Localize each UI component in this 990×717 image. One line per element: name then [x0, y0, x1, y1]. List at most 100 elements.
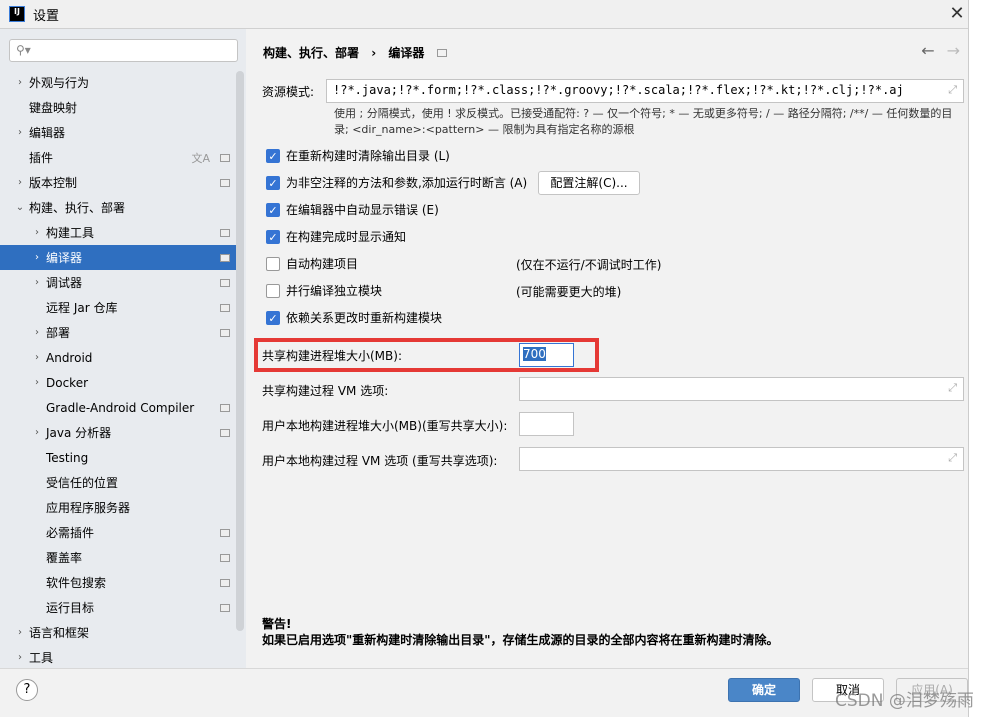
sidebar-item[interactable]: › Java 分析器	[0, 420, 236, 445]
option-checkbox[interactable]: 并行编译独立模块	[266, 282, 382, 299]
vm-options-label: 共享构建过程 VM 选项:	[262, 384, 389, 398]
sidebar-item[interactable]: › 编辑器	[0, 120, 236, 145]
option-note: (仅在不运行/不调试时工作)	[516, 258, 662, 272]
sidebar-item-label: 构建、执行、部署	[29, 201, 126, 215]
chevron-icon[interactable]: ›	[15, 127, 25, 138]
expand-icon[interactable]: ⤢	[948, 83, 957, 97]
option-checkbox[interactable]: ✓ 为非空注释的方法和参数,添加运行时断言 (A)	[266, 174, 527, 191]
translate-icon: 文A	[191, 151, 210, 165]
sidebar-item-label: 插件	[29, 151, 54, 165]
sidebar-item[interactable]: › 外观与行为	[0, 70, 236, 95]
sidebar-item[interactable]: 必需插件	[0, 520, 236, 545]
project-scope-icon	[220, 228, 230, 237]
nav-arrows: ← →	[909, 41, 960, 60]
sidebar-item[interactable]: Gradle-Android Compiler	[0, 395, 236, 420]
resource-hint: 使用 ; 分隔模式，使用 ! 求反模式。已接受通配符: ? — 仅一个符号; *…	[334, 107, 953, 136]
chevron-icon[interactable]: ›	[32, 327, 42, 338]
sidebar-item[interactable]: 键盘映射	[0, 95, 236, 120]
user-heap-input[interactable]	[519, 412, 574, 436]
sidebar-scrollbar[interactable]	[236, 71, 244, 631]
option-checkbox[interactable]: ✓ 在构建完成时显示通知	[266, 228, 406, 245]
chevron-icon[interactable]: ›	[15, 627, 25, 638]
chevron-icon[interactable]: ›	[32, 427, 42, 438]
option-checkbox[interactable]: 自动构建项目	[266, 255, 358, 272]
chevron-icon[interactable]: ›	[15, 652, 25, 663]
vm-options-input[interactable]: ⤢	[519, 377, 964, 401]
chevron-icon[interactable]: ›	[32, 352, 42, 363]
resource-patterns-input[interactable]: !?*.java;!?*.form;!?*.class;!?*.groovy;!…	[326, 79, 964, 103]
resource-value: !?*.java;!?*.form;!?*.class;!?*.groovy;!…	[333, 83, 904, 97]
expand-icon[interactable]: ⤢	[948, 381, 957, 395]
sidebar-item[interactable]: › 语言和框架	[0, 620, 236, 645]
sidebar-item[interactable]: › 工具	[0, 645, 236, 670]
ok-button[interactable]: 确定	[728, 678, 800, 702]
sidebar-item[interactable]: 应用程序服务器	[0, 495, 236, 520]
heap-size-value: 700	[523, 347, 546, 361]
sidebar: ⚲▾ › 外观与行为键盘映射 › 编辑器插件 文A › 版本控制 ⌄ 构建、执行、部署 › 构建工具…	[0, 29, 246, 668]
chevron-icon[interactable]: ›	[32, 252, 42, 263]
sidebar-item-label: Java 分析器	[46, 426, 112, 440]
chevron-icon[interactable]: ›	[32, 377, 42, 388]
chevron-icon[interactable]: ›	[15, 77, 25, 88]
sidebar-item-label: 外观与行为	[29, 76, 90, 90]
sidebar-item[interactable]: ⌄ 构建、执行、部署	[0, 195, 236, 220]
option-note: (可能需要更大的堆)	[516, 285, 622, 299]
chevron-icon[interactable]: ›	[32, 277, 42, 288]
sidebar-item[interactable]: 受信任的位置	[0, 470, 236, 495]
sidebar-item[interactable]: › 构建工具	[0, 220, 236, 245]
sidebar-item[interactable]: 远程 Jar 仓库	[0, 295, 236, 320]
sidebar-item[interactable]: › 编译器	[0, 245, 236, 270]
checkbox-icon[interactable]: ✓	[266, 310, 280, 325]
sidebar-item[interactable]: › 版本控制	[0, 170, 236, 195]
sidebar-item[interactable]: › 调试器	[0, 270, 236, 295]
project-scope-icon	[220, 528, 230, 537]
warning-text: 如果已启用选项"重新构建时清除输出目录"，存储生成源的目录的全部内容将在重新构建…	[262, 633, 779, 647]
heap-size-input[interactable]: 700	[519, 343, 574, 367]
sidebar-item[interactable]: 插件 文A	[0, 145, 236, 170]
option-checkbox[interactable]: ✓ 在重新构建时清除输出目录 (L)	[266, 147, 450, 164]
sidebar-item[interactable]: › Android	[0, 345, 236, 370]
window-title: 设置	[33, 8, 60, 24]
footer: ? 确定 取消 应用(A)	[0, 668, 968, 717]
project-scope-icon	[220, 278, 230, 287]
close-button[interactable]: ✕	[946, 4, 968, 26]
chevron-icon[interactable]: ›	[32, 227, 42, 238]
sidebar-item-label: 语言和框架	[29, 626, 90, 640]
expand-icon[interactable]: ⤢	[948, 451, 957, 465]
user-heap-label: 用户本地构建进程堆大小(MB)(重写共享大小):	[262, 419, 508, 433]
watermark: CSDN @泪梦殇雨	[835, 691, 974, 711]
back-button[interactable]: ←	[921, 41, 934, 60]
search-input[interactable]: ⚲▾	[9, 39, 238, 62]
checkbox-icon[interactable]: ✓	[266, 175, 280, 190]
sidebar-item[interactable]: 覆盖率	[0, 545, 236, 570]
sidebar-item[interactable]: › 部署	[0, 320, 236, 345]
user-vm-input[interactable]: ⤢	[519, 447, 964, 471]
project-scope-icon	[220, 578, 230, 587]
sidebar-item-label: 编辑器	[29, 126, 66, 140]
forward-button[interactable]: →	[947, 41, 960, 60]
chevron-icon[interactable]: ›	[15, 177, 25, 188]
configure-annotations-button[interactable]: 配置注解(C)...	[538, 171, 640, 195]
main-panel: 构建、执行、部署 › 编译器 ← → 资源模式: !?*.java;!?*.for…	[246, 29, 968, 668]
chevron-icon[interactable]: ⌄	[15, 202, 25, 213]
option-label: 在重新构建时清除输出目录 (L)	[286, 149, 450, 163]
option-checkbox[interactable]: ✓ 依赖关系更改时重新构建模块	[266, 309, 442, 326]
app-logo-icon: IJ	[9, 6, 25, 22]
sidebar-item-label: 构建工具	[46, 226, 95, 240]
option-checkbox[interactable]: ✓ 在编辑器中自动显示错误 (E)	[266, 201, 439, 218]
option-label: 自动构建项目	[286, 257, 359, 271]
sidebar-item[interactable]: › Docker	[0, 370, 236, 395]
checkbox-icon[interactable]	[266, 256, 280, 271]
sidebar-item[interactable]: Testing	[0, 445, 236, 470]
sidebar-item-label: 受信任的位置	[46, 476, 119, 490]
sidebar-item[interactable]: 运行目标	[0, 595, 236, 620]
breadcrumb-parent[interactable]: 构建、执行、部署	[263, 46, 359, 60]
checkbox-icon[interactable]: ✓	[266, 202, 280, 217]
checkbox-icon[interactable]	[266, 283, 280, 298]
sidebar-item[interactable]: 软件包搜索	[0, 570, 236, 595]
breadcrumb-separator: ›	[371, 46, 377, 60]
option-label: 并行编译独立模块	[286, 284, 383, 298]
help-button[interactable]: ?	[16, 679, 38, 701]
checkbox-icon[interactable]: ✓	[266, 148, 280, 163]
checkbox-icon[interactable]: ✓	[266, 229, 280, 244]
